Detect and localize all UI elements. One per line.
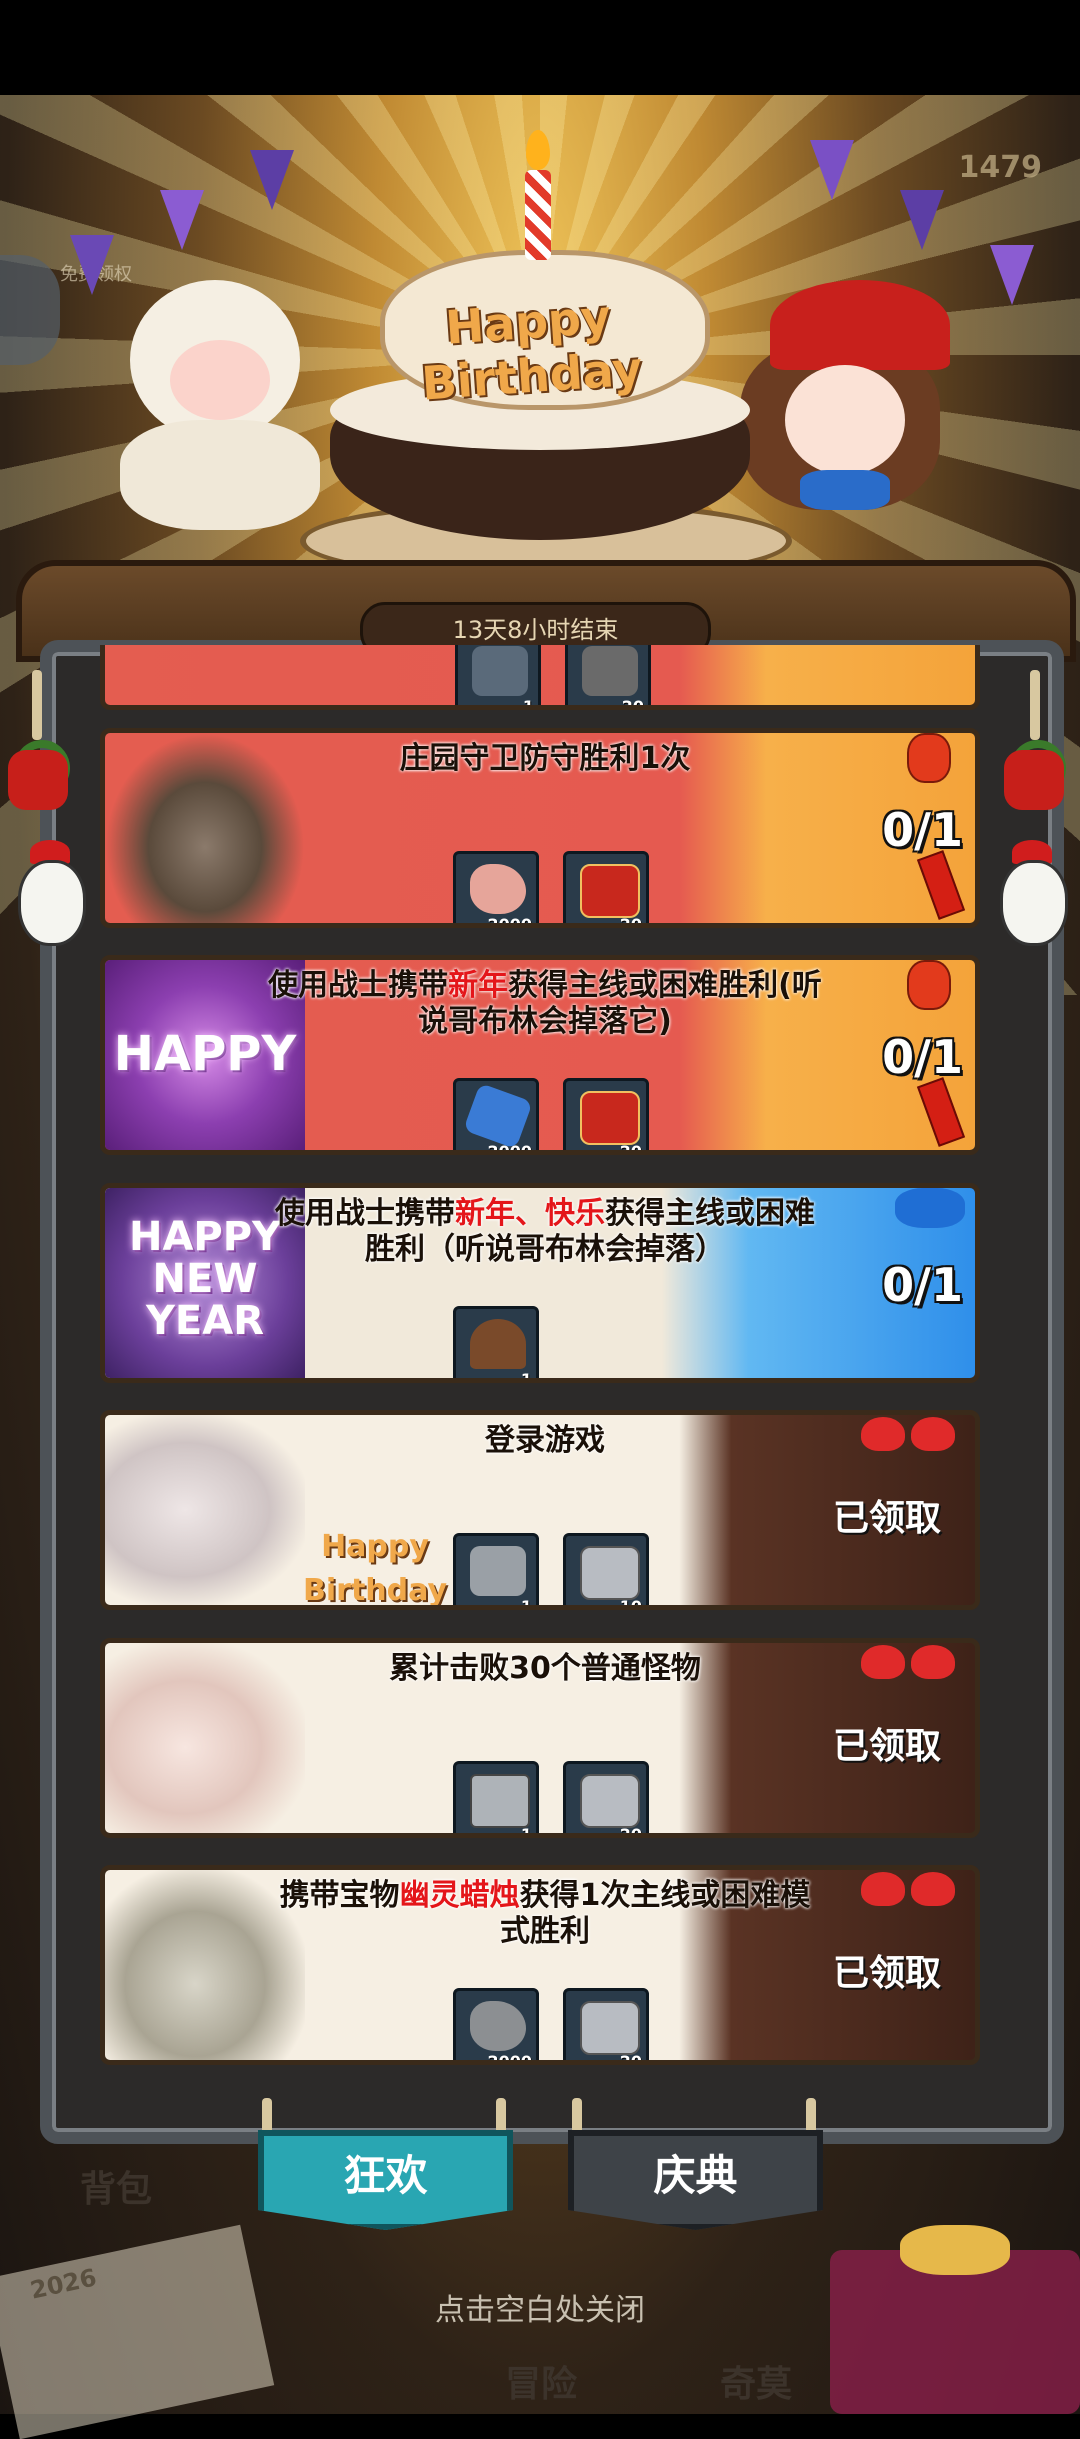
task-card: HAPPY 使用战士携带新年获得主线或困难胜利(听说哥布林会掉落它) 2000 …: [100, 955, 980, 1155]
reward-item[interactable]: 20: [563, 1761, 649, 1833]
reward-row: 2000 20: [105, 1078, 975, 1150]
bunting-flag: [990, 245, 1034, 305]
task-card-partial: 1 20: [100, 645, 980, 710]
silver-coin-icon: [470, 1546, 526, 1596]
tab-celebration[interactable]: 庆典: [568, 2130, 823, 2230]
reward-item[interactable]: 2000: [453, 851, 539, 923]
bunting-flag: [900, 190, 944, 250]
task-title: 携带宝物幽灵蜡烛获得1次主线或困难模式胜利: [279, 1878, 811, 1949]
reward-item[interactable]: 1: [453, 1761, 539, 1833]
task-title: 庄园守卫防守胜利1次: [399, 741, 691, 776]
bunting-flag: [160, 190, 204, 250]
reward-item[interactable]: 20: [563, 1988, 649, 2060]
ribbon-bow-icon: [8, 750, 68, 810]
gift-box-icon: [580, 2001, 640, 2055]
cake-banner-text: Happy Birthday: [419, 289, 644, 411]
ribbon-bow-icon: [1004, 750, 1064, 810]
reward-item[interactable]: 1: [455, 645, 541, 705]
blue-bow-icon: [895, 1188, 965, 1228]
meat-icon: [470, 864, 526, 914]
reward-row: 1 10: [105, 1533, 975, 1605]
task-progress: 0/1: [882, 803, 963, 857]
bunting-flag: [810, 140, 854, 200]
rope: [32, 670, 42, 740]
lantern-icon: [907, 733, 951, 783]
task-list[interactable]: 1 20 庄园守卫防守胜利1次 2000 20 0/1 HAPPY 使用战士携带…: [100, 645, 980, 2070]
task-card: 庄园守卫防守胜利1次 2000 20 0/1: [100, 728, 980, 928]
gift-bow-icon: [900, 2225, 1010, 2275]
task-claimed-status: 已领取: [832, 1498, 941, 1539]
task-title: 使用战士携带新年获得主线或困难胜利(听说哥布林会掉落它): [268, 968, 822, 1039]
reward-item[interactable]: 20: [563, 851, 649, 923]
reward-item[interactable]: 2000: [453, 1078, 539, 1150]
strawberry-icon: [911, 1872, 955, 1906]
task-claimed-status: 已领取: [832, 1726, 941, 1767]
snowman-icon: [18, 860, 86, 946]
lantern-icon: [907, 960, 951, 1010]
red-envelope-icon: [580, 1091, 640, 1145]
bunting-flag: [250, 150, 294, 210]
bg-odd-label: 奇莫: [720, 2364, 793, 2405]
character-white-cat: [110, 280, 330, 530]
reward-item[interactable]: 1: [453, 1533, 539, 1605]
snowman-icon: [1000, 860, 1068, 946]
task-progress: 0/1: [882, 1030, 963, 1084]
reward-row: 2000 20: [105, 851, 975, 923]
gift-box-icon: [580, 1546, 640, 1600]
red-envelope-icon: [580, 864, 640, 918]
rope: [1030, 670, 1040, 740]
strawberry-icon: [861, 1645, 905, 1679]
reward-row: 2000 20: [105, 1988, 975, 2060]
task-title: 累计击败30个普通怪物: [389, 1651, 701, 1686]
reward-item[interactable]: 20: [563, 1078, 649, 1150]
reward-row: 1 20: [105, 645, 975, 705]
task-card: HAPPY NEW YEAR 使用战士携带新年、快乐获得主线或困难胜利（听说哥布…: [100, 1183, 980, 1383]
reward-item[interactable]: 20: [565, 645, 651, 705]
blue-crystal-icon: [463, 1082, 533, 1150]
strawberry-icon: [861, 1417, 905, 1451]
top-counter: 1479: [958, 150, 1043, 185]
gift-box-icon: [580, 1774, 640, 1828]
strawberry-icon: [861, 1872, 905, 1906]
task-card: Happy Birthday 登录游戏 1 10 已领取: [100, 1410, 980, 1610]
status-bar: [0, 0, 1080, 95]
task-claimed-status: 已领取: [832, 1953, 941, 1994]
side-chip[interactable]: [0, 255, 60, 365]
reward-item[interactable]: 2000: [453, 1988, 539, 2060]
task-title: 使用战士携带新年、快乐获得主线或困难胜利（听说哥布林会掉落）: [275, 1196, 815, 1267]
reward-item[interactable]: 1: [453, 1306, 539, 1378]
strawberry-icon: [911, 1417, 955, 1451]
reward-row: 1: [105, 1306, 975, 1378]
reward-row: 1 20: [105, 1761, 975, 1833]
close-hint[interactable]: 点击空白处关闭: [0, 2285, 1080, 2329]
strawberry-icon: [911, 1645, 955, 1679]
bg-adventure-label: 冒险: [505, 2364, 578, 2405]
task-card: 携带宝物幽灵蜡烛获得1次主线或困难模式胜利 2000 20 已领取: [100, 1865, 980, 2065]
task-progress: 0/1: [882, 1258, 963, 1312]
tab-carnival[interactable]: 狂欢: [258, 2130, 513, 2230]
task-title: 登录游戏: [485, 1423, 605, 1458]
bunting-flag: [70, 235, 114, 295]
reward-item[interactable]: 10: [563, 1533, 649, 1605]
treasure-chest-icon: [470, 1774, 530, 1828]
hero-portrait-icon: [470, 1319, 526, 1369]
meat-icon: [470, 2001, 526, 2051]
task-card: 累计击败30个普通怪物 1 20 已领取: [100, 1638, 980, 1838]
bg-bag-label: 背包: [80, 2169, 153, 2210]
